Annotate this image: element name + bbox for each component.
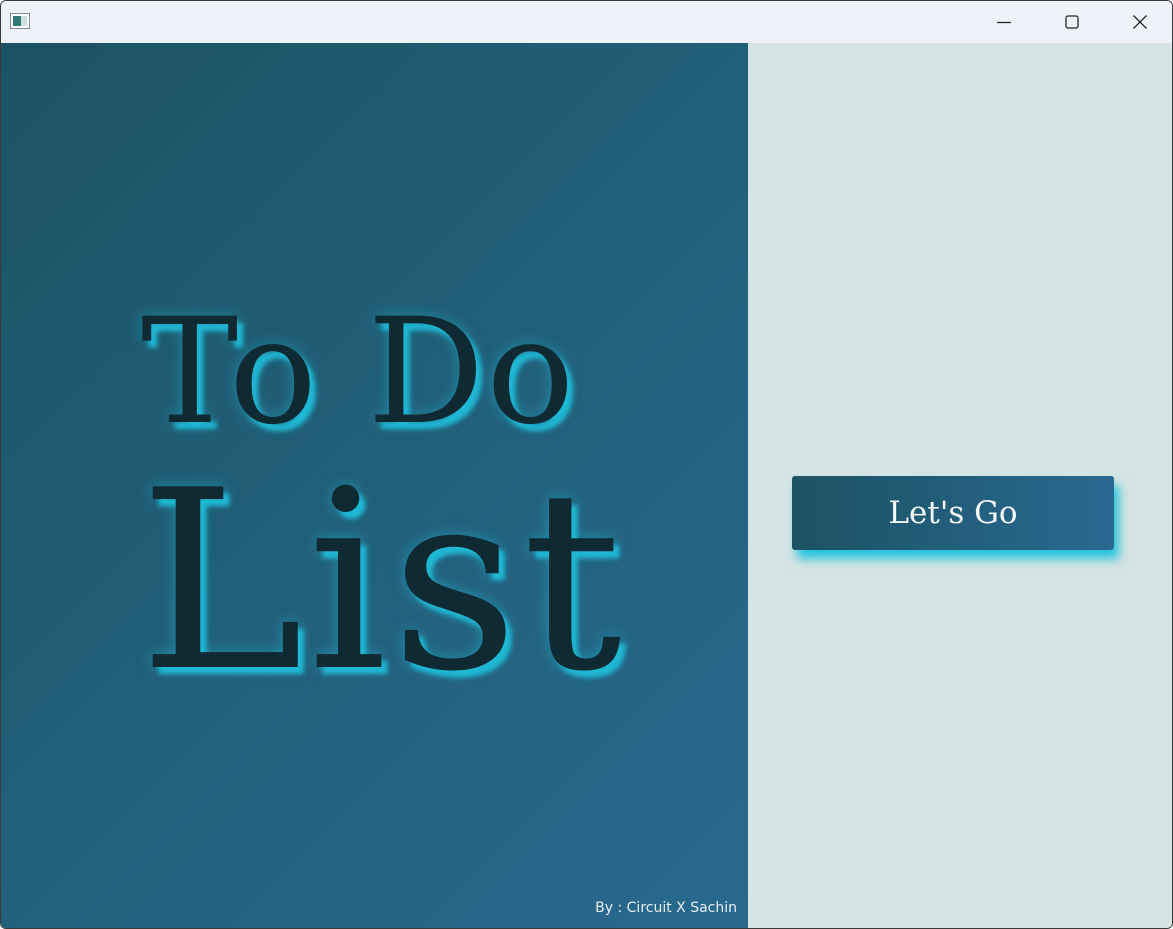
close-icon bbox=[1133, 15, 1147, 29]
maximize-icon bbox=[1065, 15, 1079, 29]
maximize-button[interactable] bbox=[1038, 1, 1106, 43]
title-bar[interactable] bbox=[1, 1, 1172, 43]
app-window: To Do List By : Circuit X Sachin Let's G… bbox=[0, 0, 1173, 929]
minimize-button[interactable] bbox=[970, 1, 1038, 43]
minimize-icon bbox=[997, 21, 1011, 24]
app-title-line2: List bbox=[139, 438, 626, 726]
close-button[interactable] bbox=[1106, 1, 1172, 43]
app-title-line1: To Do bbox=[141, 287, 577, 457]
app-window-icon bbox=[10, 13, 30, 29]
lets-go-button[interactable]: Let's Go bbox=[792, 476, 1114, 550]
author-credit: By : Circuit X Sachin bbox=[595, 900, 737, 916]
